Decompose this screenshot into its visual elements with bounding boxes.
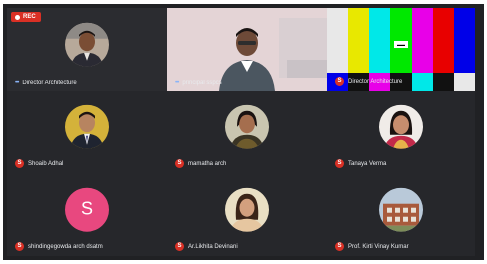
- participant-name: Tanaya Verma: [348, 160, 387, 167]
- muted-mic-icon: S: [175, 242, 184, 251]
- avatar: [65, 104, 109, 149]
- avatar-letter: S: [80, 198, 93, 219]
- person-photo-icon: [65, 22, 109, 67]
- muted-mic-icon: S: [15, 242, 24, 251]
- participant-grid: REC ••• Director Architecture ••• princi…: [7, 8, 479, 256]
- participant-name: Prof. Kirti Vinay Kumar: [348, 243, 409, 250]
- test-card-label-icon: ▬▬: [394, 41, 408, 48]
- record-dot-icon: [15, 14, 20, 20]
- participant-name-row: S Prof. Kirti Vinay Kumar: [335, 242, 469, 251]
- participant-screen-tile[interactable]: ▬▬ S Director Architecture: [327, 8, 475, 91]
- participant-name: mamatha arch: [188, 160, 227, 167]
- participant-tile[interactable]: S S shindingegowda arch dsatm: [7, 173, 167, 256]
- muted-mic-icon: S: [335, 77, 344, 86]
- recording-badge: REC: [11, 12, 41, 22]
- avatar: [225, 187, 269, 232]
- participant-name: shindingegowda arch dsatm: [28, 243, 103, 250]
- participant-tile[interactable]: S Ar.Likhita Devinani: [167, 173, 327, 256]
- person-photo-icon: [65, 104, 109, 149]
- participant-name-row: S Ar.Likhita Devinani: [175, 242, 321, 251]
- muted-mic-icon: S: [15, 159, 24, 168]
- participant-name: Director Architecture: [348, 78, 403, 85]
- participant-name-row: ••• principal sspcs: [175, 80, 321, 86]
- participant-name: Ar.Likhita Devinani: [188, 243, 238, 250]
- participant-name: principal sspcs: [182, 80, 222, 86]
- avatar: [379, 104, 423, 149]
- avatar: [225, 104, 269, 149]
- participant-name-row: S mamatha arch: [175, 159, 321, 168]
- person-photo-icon: [225, 104, 269, 149]
- participant-name: Shoaib Adhal: [28, 160, 64, 167]
- recording-label: REC: [23, 14, 36, 20]
- speaking-dots-icon: •••: [175, 80, 179, 86]
- meeting-window: REC ••• Director Architecture ••• princi…: [3, 4, 484, 260]
- speaking-dots-icon: •••: [15, 80, 19, 86]
- participant-name: Director Architecture: [22, 80, 77, 86]
- participant-tile[interactable]: S Shoaib Adhal: [7, 91, 167, 173]
- person-photo-icon: [225, 187, 269, 232]
- live-video-icon: [167, 8, 327, 91]
- participant-name-row: S Director Architecture: [335, 77, 469, 86]
- participant-tile[interactable]: S mamatha arch: [167, 91, 327, 173]
- avatar: [65, 22, 109, 67]
- participant-tile[interactable]: S Tanaya Verma: [327, 91, 475, 173]
- participant-name-row: S Tanaya Verma: [335, 159, 469, 168]
- person-photo-icon: [379, 104, 423, 149]
- participant-name-row: S shindingegowda arch dsatm: [15, 242, 161, 251]
- participant-tile[interactable]: S Prof. Kirti Vinay Kumar: [327, 173, 475, 256]
- participant-tile[interactable]: REC ••• Director Architecture: [7, 8, 167, 91]
- avatar: [379, 187, 423, 232]
- avatar: S: [65, 187, 109, 232]
- participant-name-row: ••• Director Architecture: [15, 80, 161, 86]
- muted-mic-icon: S: [335, 242, 344, 251]
- muted-mic-icon: S: [175, 159, 184, 168]
- participant-name-row: S Shoaib Adhal: [15, 159, 161, 168]
- muted-mic-icon: S: [335, 159, 344, 168]
- building-photo-icon: [379, 187, 423, 232]
- participant-video-tile[interactable]: ••• principal sspcs: [167, 8, 327, 91]
